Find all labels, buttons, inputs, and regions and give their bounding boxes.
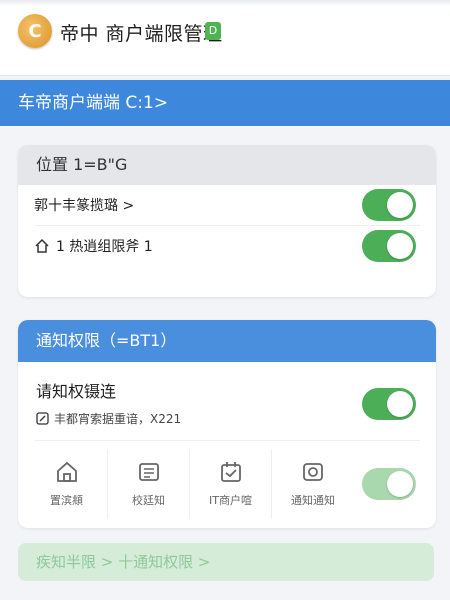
merchant-banner-label: 车帝商户端端 C:1> — [18, 93, 169, 113]
camera-icon — [303, 463, 323, 481]
icon-cell-document[interactable]: 校廷知 — [108, 449, 190, 519]
app-header: C 帝中 商户端限管理 D — [0, 0, 450, 76]
title-badge: D — [205, 22, 221, 40]
icon-cell-label: IT商户喧 — [209, 494, 252, 507]
icon-cell-camera[interactable]: 通知通知 — [272, 449, 354, 519]
location-card-header: 位置 1=B"G — [18, 145, 436, 185]
location-card: 位置 1=B"G 郭十丰篆揽璐 > 1 热逍组限斧 1 — [18, 145, 436, 297]
notify-icons-toggle[interactable] — [362, 468, 416, 500]
calendar-icon — [220, 462, 241, 482]
notify-permission-toggle[interactable] — [362, 388, 416, 420]
location-toggle-2[interactable] — [362, 230, 416, 262]
notify-icon-row: 置滨頫 校廷知 IT商户喧 通知通知 — [18, 441, 436, 527]
icon-cell-label: 置滨頫 — [50, 494, 83, 507]
icon-cell-calendar[interactable]: IT商户喧 — [190, 449, 272, 519]
notify-permission-button-label: 疾知半限 > 十通知权限 > — [36, 553, 211, 571]
icon-cell-label: 通知通知 — [291, 494, 335, 507]
notify-permission-button[interactable]: 疾知半限 > 十通知权限 > — [18, 543, 434, 581]
location-row-label: 郭十丰篆揽璐 > — [34, 198, 135, 214]
icon-cell-label: 校廷知 — [132, 494, 165, 507]
document-icon — [138, 463, 159, 481]
icon-cell-home[interactable]: 置滨頫 — [26, 449, 108, 519]
location-row-2[interactable]: 1 热逍组限斧 1 — [18, 226, 436, 266]
home-icon — [56, 461, 77, 482]
notify-permission-block[interactable]: 请知权镊连 丰都宵索据重谙，X221 — [18, 362, 436, 440]
location-toggle-1[interactable] — [362, 189, 416, 221]
merchant-banner[interactable]: 车帝商户端端 C:1> — [0, 80, 450, 126]
location-row-label: 1 热逍组限斧 1 — [56, 239, 153, 255]
edit-icon — [36, 412, 49, 425]
app-logo-icon: C — [18, 14, 52, 48]
home-icon — [35, 238, 49, 253]
status-strip — [0, 0, 450, 6]
app-title: 帝中 商户端限管理 — [60, 23, 223, 45]
notify-card: 通知权限（=BT1） 请知权镊连 丰都宵索据重谙，X221 置滨頫 校廷知 IT… — [18, 320, 436, 528]
location-row-1[interactable]: 郭十丰篆揽璐 > — [18, 185, 436, 225]
notify-card-header: 通知权限（=BT1） — [18, 320, 436, 362]
notify-permission-desc-text: 丰都宵索据重谙，X221 — [54, 412, 182, 426]
